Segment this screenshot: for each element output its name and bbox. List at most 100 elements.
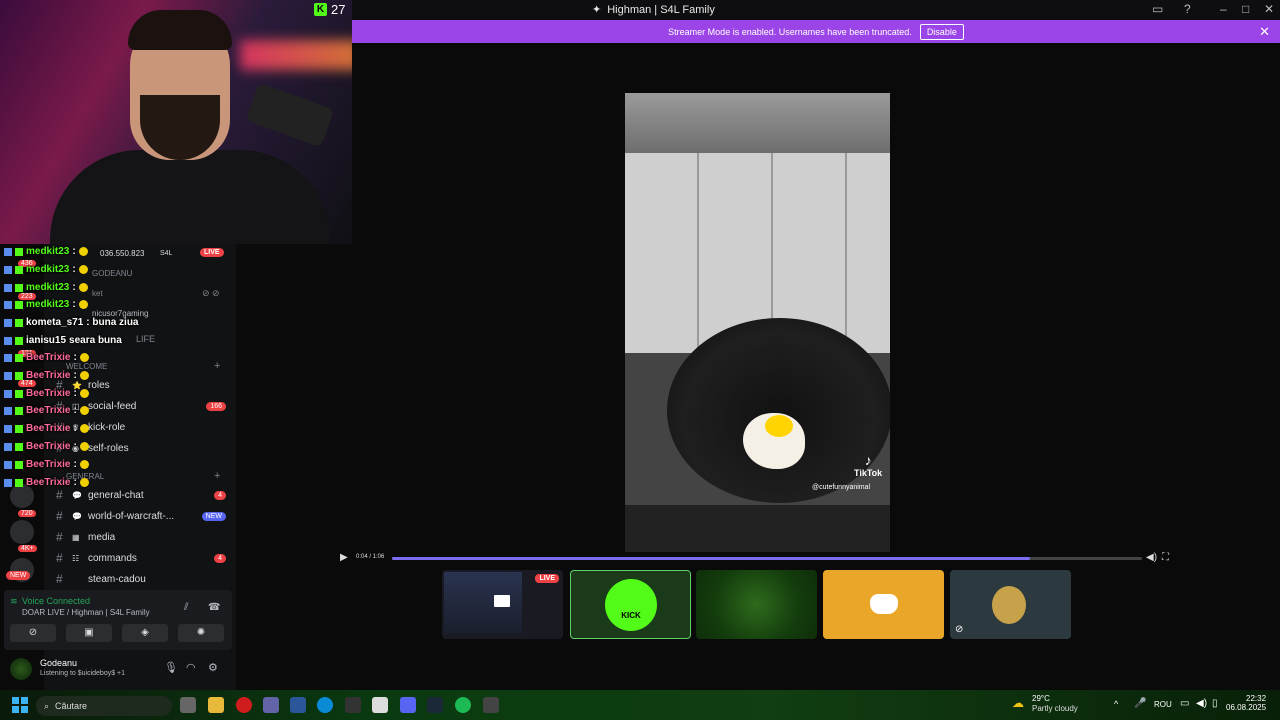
weather-widget[interactable]: ☁ 29°C Partly cloudy [1012,694,1078,713]
close-banner-icon[interactable]: ✕ [1259,24,1270,40]
maximize-button[interactable]: □ [1242,2,1249,16]
discord-icon[interactable] [400,697,416,713]
participant-tile-discord[interactable] [823,570,944,639]
new-badge: NEW [201,511,226,521]
window-title-bar: ✦ Highman | S4L Family ▭ ? – □ ✕ [352,0,1280,20]
sidebar-item-5[interactable]: # 💬 world-of-warcraft-... NEW [56,507,226,525]
teams-icon[interactable] [263,697,279,713]
language-indicator[interactable]: ROU [1154,700,1172,709]
channel-name: self-roles [88,442,129,454]
edge-icon[interactable] [317,697,333,713]
badge-icon [4,265,12,274]
monitor-icon [494,595,510,607]
badge-icon [15,442,23,451]
chat-text: : [73,352,77,363]
server-mention-badge: 720 [18,510,36,517]
chat-username: medkit23 [26,264,70,275]
chat-message: BeeTrixie: [4,370,89,381]
chat-username: BeeTrixie [26,441,71,452]
screenshare-button[interactable]: ▣ [66,624,112,642]
headphones-icon[interactable]: ◠ [186,661,196,674]
participant-tile-green[interactable] [696,570,817,639]
unread-badge: 4 [214,553,226,563]
hash-icon: # [56,551,63,565]
inbox-icon[interactable]: ▭ [1152,2,1163,16]
kick-icon: K [314,3,327,16]
chat-message: medkit23: [4,246,88,257]
badge-icon [4,283,12,292]
voice-server[interactable]: DOAR LIVE / Highman | S4L Family [22,608,150,617]
chat-text: : [73,388,77,399]
steam-icon[interactable] [427,697,443,713]
chat-message: ianisu15 seara buna [4,335,122,346]
participant-tile-screen[interactable]: LIVE [442,570,563,639]
server-icon[interactable] [10,520,34,544]
channel-name: kick-role [88,421,126,433]
badge-icon [15,283,23,292]
chat-username: ianisu15 [26,335,67,346]
file-explorer-icon[interactable] [208,697,224,713]
channel-name: steam-cadou [88,573,146,585]
app-icon[interactable] [483,697,499,713]
sidebar-item-6[interactable]: # ▦ media [56,528,226,546]
play-icon[interactable]: ▶ [340,552,348,563]
battery-icon[interactable]: ▯ [1212,698,1218,709]
tray-chevron-icon[interactable]: ^ [1114,699,1118,709]
emote-icon [78,247,88,256]
taskbar-clock[interactable]: 22:32 06.08.2025 [1226,694,1266,712]
unread-badge: 4 [214,490,226,500]
channel-name: roles [88,379,110,391]
progress-bar[interactable] [392,557,1142,560]
hash-icon: # [56,572,63,586]
sidebar-item-8[interactable]: # steam-cadou [56,570,226,588]
chat-text: : [73,405,77,416]
minimize-button[interactable]: – [1220,2,1227,16]
mute-icon[interactable]: ⊘ ⊘ [202,288,220,299]
task-view-icon[interactable] [180,697,196,713]
add-channel-icon[interactable]: + [214,470,220,482]
participant-tile-kick[interactable]: KICK [570,570,691,639]
emote-icon [78,283,88,292]
volume-icon[interactable]: ◀) [1146,552,1157,563]
chat-text: : buna ziua [86,317,139,328]
hash-icon: # [56,488,63,502]
new-server-badge: NEW [6,571,31,580]
microphone-icon[interactable]: 🎙 [164,661,178,674]
stream-tag: S4L [160,250,173,257]
tray-mic-icon[interactable]: 🎤 [1134,698,1146,709]
add-channel-icon[interactable]: + [214,360,220,372]
badge-icon [4,442,12,451]
disable-button[interactable]: Disable [919,23,964,40]
volume-icon[interactable]: ◀) [1196,698,1207,709]
opera-icon[interactable] [236,697,252,713]
camera-button[interactable]: ⊘ [10,624,56,642]
sidebar-item-4[interactable]: # 💬 general-chat 4 [56,486,226,504]
windows-start-icon[interactable] [12,697,28,713]
sidebar-item-7[interactable]: # ☷ commands 4 [56,549,226,567]
noise-icon[interactable]: ⫽ [184,602,188,613]
avatar[interactable] [10,658,32,680]
signal-icon: ≋ [10,596,18,606]
close-window-button[interactable]: ✕ [1264,2,1274,16]
settings-gear-icon[interactable]: ⚙ [208,661,218,674]
participant-tile-duck[interactable]: ⊘ [950,570,1071,639]
taskbar-search[interactable]: ⌕ Căutare [36,696,172,716]
server-icon: ✦ [592,4,602,16]
network-icon[interactable]: ▭ [1180,698,1189,709]
badge-icon [4,406,12,415]
tiktok-username: @cutefunnyanimal [812,484,871,491]
activity-button[interactable]: ◈ [122,624,168,642]
voice-panel: ≋ Voice Connected DOAR LIVE / Highman | … [4,590,232,650]
help-icon[interactable]: ? [1184,2,1191,16]
fullscreen-icon[interactable]: ⛶ [1162,552,1169,563]
word-icon[interactable] [290,697,306,713]
unity-icon[interactable] [345,697,361,713]
soundboard-button[interactable]: ✺ [178,624,224,642]
chat-username: medkit23 [26,299,70,310]
member-name: ket [92,289,103,298]
spotify-icon[interactable] [455,697,471,713]
store-icon[interactable] [372,697,388,713]
badge-icon [4,318,12,327]
disconnect-icon[interactable]: ☎ [208,602,220,613]
emote-icon [79,389,89,398]
